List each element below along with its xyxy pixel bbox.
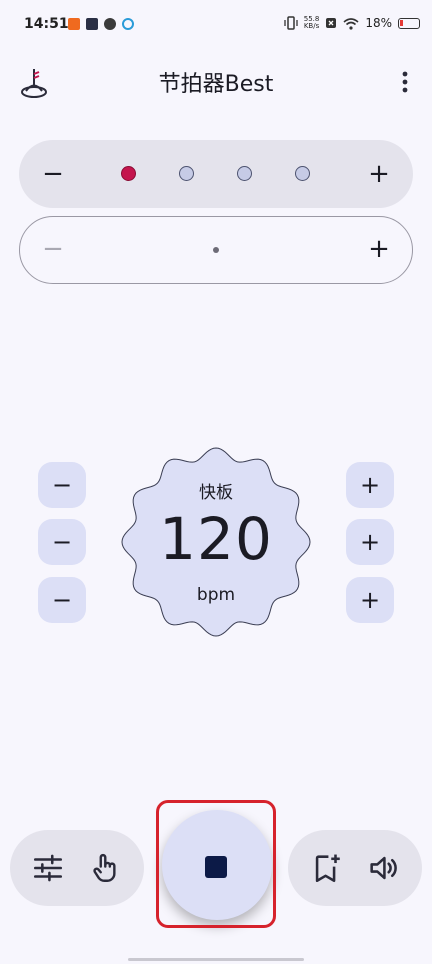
notification-link-icon <box>104 18 116 30</box>
volume-icon[interactable] <box>366 851 400 885</box>
status-bar: 14:51 55.8 KB/s 18% <box>0 0 432 52</box>
sim-off-icon <box>326 18 337 28</box>
subdivision-decrease-button[interactable]: − <box>33 229 73 269</box>
beats-selector: − + <box>19 140 413 208</box>
notification-circle-icon <box>122 18 134 30</box>
tempo-name: 快板 <box>199 483 233 503</box>
subdivision-selector: − + <box>19 216 413 284</box>
status-right: 55.8 KB/s 18% <box>284 16 420 30</box>
tempo-value[interactable]: 120 <box>116 505 316 573</box>
tempo-decrease-10-button[interactable]: − <box>38 577 86 623</box>
tap-tempo-icon[interactable] <box>88 851 122 885</box>
beat-dot[interactable] <box>295 166 310 181</box>
tempo-unit: bpm <box>196 585 236 605</box>
app-title: 节拍器Best <box>158 72 274 97</box>
tempo-decrease-1-button[interactable]: − <box>38 462 86 508</box>
highlight-box <box>156 800 276 928</box>
notification-play-icon <box>86 18 98 30</box>
battery-icon <box>398 17 420 29</box>
beat-dot[interactable] <box>179 166 194 181</box>
notification-app-icon <box>68 18 80 30</box>
subdivision-increase-button[interactable]: + <box>359 229 399 269</box>
more-vertical-icon[interactable] <box>396 70 414 94</box>
tempo-increase-10-button[interactable]: + <box>346 577 394 623</box>
tempo-increase-5-button[interactable]: + <box>346 519 394 565</box>
status-time: 14:51 <box>24 16 69 32</box>
bookmark-add-icon[interactable] <box>310 851 344 885</box>
vibrate-icon <box>284 16 298 30</box>
tempo-increase-1-button[interactable]: + <box>346 462 394 508</box>
sliders-icon[interactable] <box>31 851 65 885</box>
right-toolbar <box>288 830 422 906</box>
net-speed: 55.8 KB/s <box>303 15 320 30</box>
wifi-icon <box>343 17 359 30</box>
beats-increase-button[interactable]: + <box>359 154 399 194</box>
tempo-decrease-5-button[interactable]: − <box>38 519 86 565</box>
battery-percent: 18% <box>365 16 392 30</box>
subdivision-dot <box>213 247 219 253</box>
beat-dot-accent[interactable] <box>121 166 136 181</box>
beats-decrease-button[interactable]: − <box>33 154 73 194</box>
beat-dot[interactable] <box>237 166 252 181</box>
gesture-bar <box>128 958 304 961</box>
